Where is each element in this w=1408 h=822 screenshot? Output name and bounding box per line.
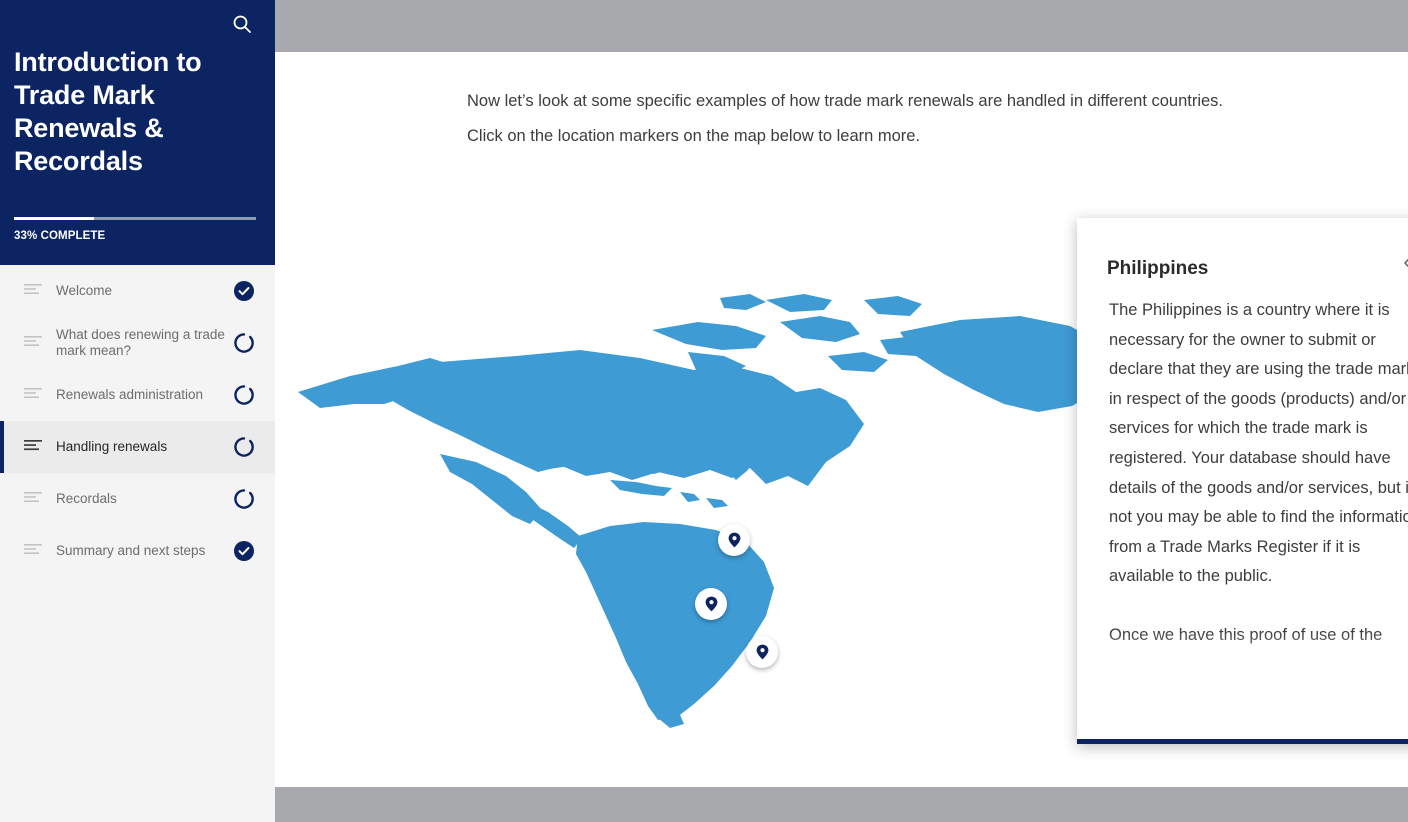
chevron-left-icon[interactable] — [1397, 252, 1408, 274]
main-content: Now let’s look at some specific examples… — [275, 0, 1408, 822]
top-chrome-bar — [275, 0, 1408, 52]
lesson-lines-icon — [24, 490, 42, 508]
status-incomplete-icon — [233, 384, 255, 406]
status-complete-icon — [233, 280, 255, 302]
search-icon[interactable] — [226, 8, 258, 40]
bottom-chrome-bar — [275, 787, 1408, 822]
sidebar-header: Introduction to Trade Mark Renewals & Re… — [0, 0, 275, 265]
card-paragraph: The Philippines is a country where it is… — [1109, 301, 1408, 586]
sidebar-item-label: Summary and next steps — [56, 543, 206, 558]
progress-section: 33% COMPLETE — [14, 217, 256, 242]
sidebar-item-label: Recordals — [56, 491, 117, 506]
intro-paragraph: Now let’s look at some specific examples… — [467, 92, 1224, 145]
country-info-card: Philippines The Philippines is a country… — [1077, 218, 1408, 744]
marker-central-america[interactable] — [746, 636, 778, 668]
sidebar-item-welcome[interactable]: Welcome — [0, 265, 275, 317]
lesson-lines-icon — [24, 438, 42, 456]
sidebar-item-renewals-administration[interactable]: Renewals administration — [0, 369, 275, 421]
sidebar-item-what-does-renewing-a-trade-mark-mean[interactable]: What does renewing a trade mark mean? — [0, 317, 275, 369]
status-incomplete-icon — [233, 488, 255, 510]
progress-bar — [14, 217, 256, 220]
lesson-nav: Welcome What does renewing a trade mark … — [0, 265, 275, 577]
card-navigation — [1397, 252, 1408, 274]
course-player: Introduction to Trade Mark Renewals & Re… — [0, 0, 1408, 822]
status-incomplete-icon — [233, 332, 255, 354]
marker-mexico[interactable] — [695, 588, 727, 620]
card-body: The Philippines is a country where it is… — [1077, 296, 1408, 726]
card-paragraph: Once we have this proof of use of the — [1109, 625, 1383, 644]
sidebar-item-label: Welcome — [56, 283, 113, 298]
progress-bar-fill — [14, 217, 94, 220]
page-title: Introduction to Trade Mark Renewals & Re… — [14, 47, 202, 176]
card-header: Philippines — [1077, 218, 1408, 296]
status-complete-icon — [233, 540, 255, 562]
sidebar-item-label: Handling renewals — [56, 439, 168, 454]
sidebar-item-summary-and-next-steps[interactable]: Summary and next steps — [0, 525, 275, 577]
sidebar-item-handling-renewals[interactable]: Handling renewals — [0, 421, 275, 473]
lesson-lines-icon — [24, 334, 42, 352]
sidebar-item-label: Renewals administration — [56, 387, 204, 402]
sidebar: Introduction to Trade Mark Renewals & Re… — [0, 0, 275, 822]
marker-north-america[interactable] — [718, 524, 750, 556]
card-title: Philippines — [1107, 258, 1209, 279]
lesson-lines-icon — [24, 542, 42, 560]
sidebar-item-label: What does renewing a trade mark mean? — [56, 327, 225, 358]
progress-label: 33% COMPLETE — [14, 230, 106, 242]
sidebar-item-recordals[interactable]: Recordals — [0, 473, 275, 525]
lesson-lines-icon — [24, 282, 42, 300]
lesson-lines-icon — [24, 386, 42, 404]
status-incomplete-icon — [233, 436, 255, 458]
card-text-scroll-region[interactable]: The Philippines is a country where it is… — [1109, 296, 1408, 698]
